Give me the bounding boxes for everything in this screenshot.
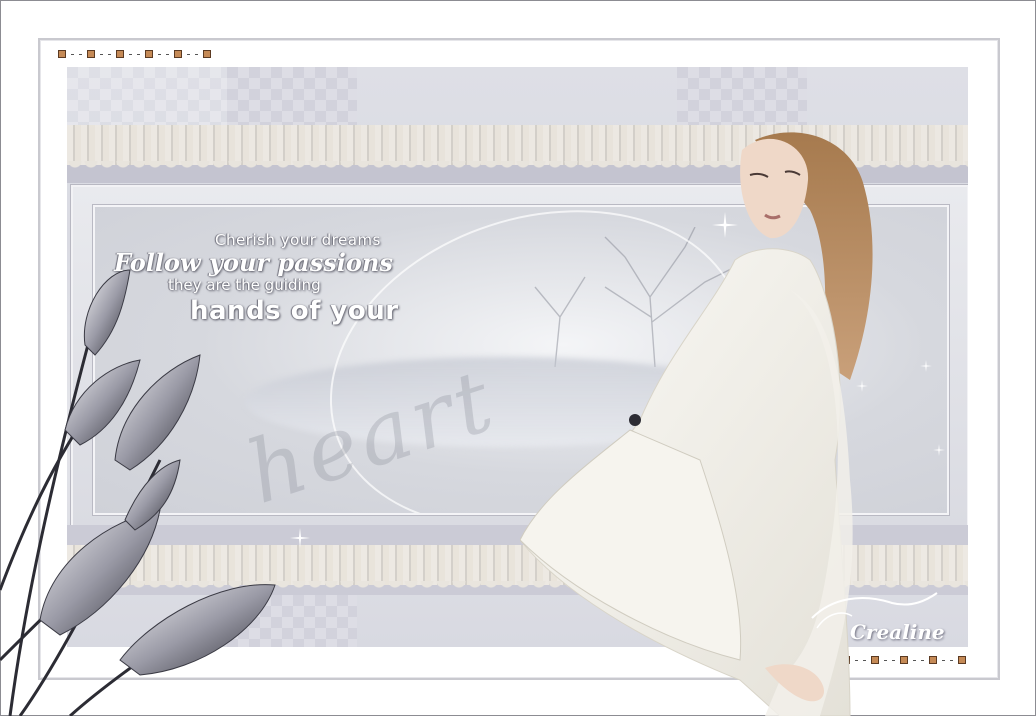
signature: Crealine [850,620,945,644]
checker-pattern [677,67,807,125]
sparkle-icon [920,360,932,372]
sparkle-icon [290,528,310,548]
checker-pattern [227,67,357,125]
sparkle-icon [933,444,945,456]
corner-dot-icon [87,50,95,58]
checker-pattern [67,67,227,125]
tulip-flowers [0,269,276,716]
corner-dot-icon [929,656,937,664]
corner-dot-icon [174,50,182,58]
flower-icon [39,269,276,676]
corner-dots-top [58,50,211,58]
corner-dot-icon [203,50,211,58]
corner-dot-icon [116,50,124,58]
quote-line-1: Cherish your dreams [215,231,381,249]
sparkle-icon [856,380,868,392]
sparkle-icon [712,212,738,238]
corner-dot-icon [58,50,66,58]
corner-dot-icon [958,656,966,664]
corner-dot-icon [145,50,153,58]
